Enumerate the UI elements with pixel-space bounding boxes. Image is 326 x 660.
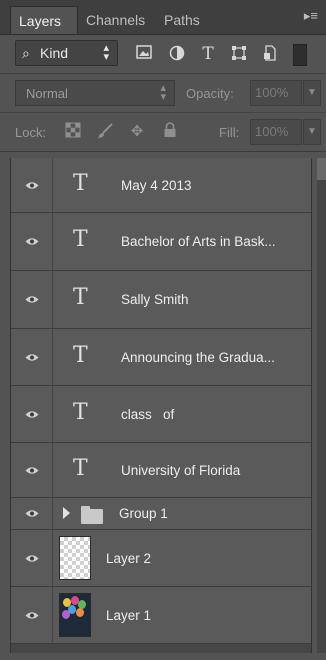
type-layer-icon: T [73,171,88,196]
visibility-toggle[interactable] [11,587,53,643]
tab-paths[interactable]: Paths [156,6,218,34]
visibility-toggle[interactable] [11,271,53,328]
lock-transparent-pixels-icon[interactable] [63,122,83,142]
layer-name: Bachelor of Arts in Bask... [121,234,276,249]
layer-thumbnail [59,593,91,637]
expand-caret-icon[interactable] [63,507,70,519]
fill-input[interactable]: 100% [250,119,302,145]
eye-icon [25,612,39,619]
eye-icon [25,510,39,517]
layer-row-raster[interactable]: Layer 1 [11,587,311,644]
eye-icon [25,467,39,474]
type-layer-icon: T [73,227,88,252]
chevron-down-icon: ▼ [307,126,317,137]
type-layer-icon: T [73,400,88,425]
filter-toggle-switch[interactable] [293,44,307,66]
filter-kind-label: Kind [40,45,69,61]
visibility-toggle[interactable] [11,213,53,270]
chevron-updown-icon: ▴ ▾ [160,82,166,103]
layer-row-text[interactable]: T University of Florida [11,443,311,498]
opacity-dropdown-button[interactable]: ▼ [303,80,321,106]
image-filter-icon[interactable] [134,45,154,63]
scrollbar-thumb[interactable] [317,158,326,180]
visibility-toggle[interactable] [11,329,53,385]
chevron-down-icon: ▼ [307,87,317,98]
balloon-shape [76,608,84,617]
type-layer-icon: T [73,456,88,481]
chevron-updown-icon: ▴ ▾ [103,42,109,63]
type-filter-icon[interactable]: T [198,45,218,63]
panel-bottom-edge [0,653,326,660]
visibility-toggle[interactable] [11,498,53,529]
layer-row-text[interactable]: T Bachelor of Arts in Bask... [11,213,311,271]
lock-all-icon[interactable] [160,122,180,142]
visibility-toggle[interactable] [11,158,53,212]
shape-filter-icon[interactable] [229,45,249,63]
blend-mode-select[interactable]: Normal ▴ ▾ [15,80,175,106]
visibility-toggle[interactable] [11,530,53,586]
tab-layers[interactable]: Layers [10,6,78,34]
folder-icon [81,506,103,524]
layer-row-text[interactable]: T class of [11,386,311,443]
adjustment-filter-icon[interactable] [167,45,187,63]
tab-channels[interactable]: Channels [78,6,152,34]
layer-name: Sally Smith [121,292,189,307]
layer-row-text[interactable]: T Announcing the Gradua... [11,329,311,386]
filter-kind-select[interactable]: ⌕ Kind ▴ ▾ [15,40,118,66]
eye-icon [25,555,39,562]
layer-filter-row: ⌕ Kind ▴ ▾ T [0,35,326,74]
layer-thumbnail [59,536,91,580]
layer-row-text[interactable]: T May 4 2013 [11,158,311,213]
layer-row-raster[interactable]: Layer 2 [11,530,311,587]
lock-label: Lock: [15,125,47,140]
opacity-label: Opacity: [186,86,234,101]
eye-icon [25,354,39,361]
opacity-input[interactable]: 100% [250,80,302,106]
layers-list: T May 4 2013 T Bachelor of Arts in Bask.… [10,158,312,653]
layer-name: May 4 2013 [121,178,192,193]
eye-icon [25,238,39,245]
visibility-toggle[interactable] [11,386,53,442]
layer-name: Announcing the Gradua... [121,350,275,365]
type-layer-icon: T [73,343,88,368]
layer-name: class of [121,407,175,422]
layer-name: Layer 2 [106,551,152,566]
layers-scrollbar[interactable] [317,158,326,653]
balloon-shape [62,610,70,619]
eye-icon [25,411,39,418]
lock-row: Lock: ✥ Fill: 100% ▼ [0,113,326,152]
type-layer-icon: T [73,285,88,310]
layer-name: University of Florida [121,463,241,478]
layer-row-group[interactable]: Group 1 [11,498,311,530]
lock-position-icon[interactable]: ✥ [127,122,147,142]
layer-name: Group 1 [119,506,168,521]
blend-mode-value: Normal [26,86,68,101]
panel-menu-icon[interactable]: ▸≡ [304,8,318,24]
blend-row: Normal ▴ ▾ Opacity: 100% ▼ [0,74,326,113]
panel-tab-bar: Layers Channels Paths ▸≡ [0,0,326,35]
layer-row-text[interactable]: T Sally Smith [11,271,311,329]
fill-dropdown-button[interactable]: ▼ [303,119,321,145]
visibility-toggle[interactable] [11,443,53,497]
eye-icon [25,296,39,303]
lock-image-pixels-icon[interactable] [95,122,115,142]
smart-object-filter-icon[interactable] [260,45,280,63]
layers-panel: Layers Channels Paths ▸≡ ⌕ Kind ▴ ▾ T Nor… [0,0,326,660]
search-icon: ⌕ [22,45,30,61]
eye-icon [25,182,39,189]
fill-label: Fill: [219,125,240,140]
layer-name: Layer 1 [106,608,152,623]
